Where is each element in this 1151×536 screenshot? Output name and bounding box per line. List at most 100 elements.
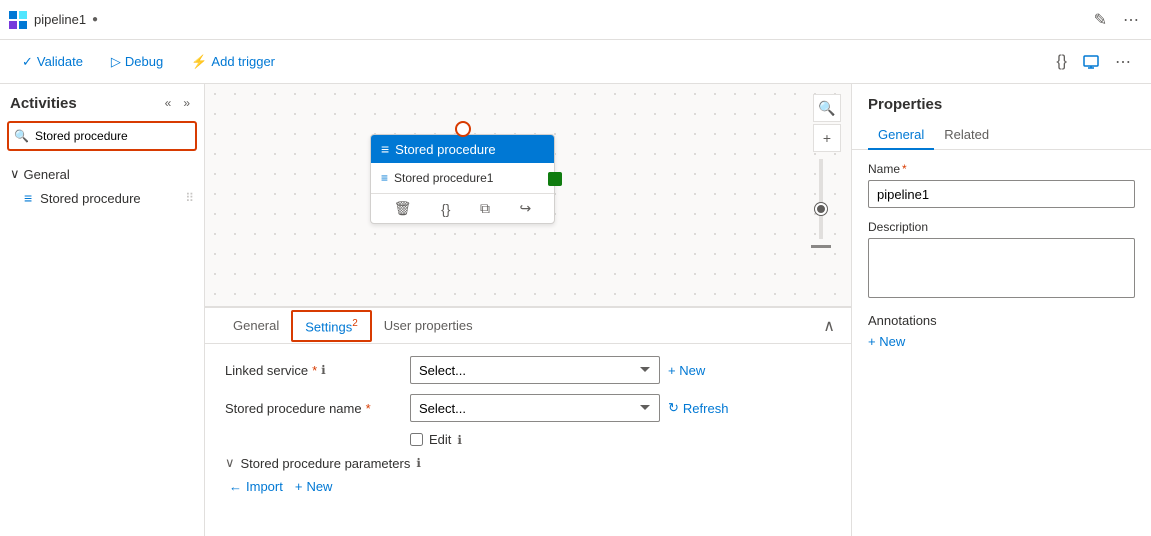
connector-top xyxy=(455,121,471,137)
annotations-section: Annotations + New xyxy=(868,313,1135,349)
linked-service-row: Linked service * ℹ Select... + New xyxy=(225,356,831,384)
monitor-icon-btn[interactable] xyxy=(1079,48,1103,76)
refresh-btn[interactable]: ↻ Refresh xyxy=(668,400,728,416)
activity-header-icon: ≡ xyxy=(381,141,389,157)
stored-proc-params-section: ∨ Stored procedure parameters ℹ ← Import… xyxy=(225,455,831,494)
import-icon: ← xyxy=(229,479,242,494)
drag-handle-icon: ⠿ xyxy=(185,191,194,205)
stored-proc-name-label: Stored procedure name * xyxy=(225,401,400,416)
activity-node-body: ≡ Stored procedure1 xyxy=(371,163,554,193)
trigger-icon: ⚡ xyxy=(191,54,207,70)
linked-service-info-icon[interactable]: ℹ xyxy=(321,363,326,377)
add-annotation-btn[interactable]: + New xyxy=(868,334,905,349)
linked-service-new-btn[interactable]: + New xyxy=(668,363,705,378)
toolbar-right: {} ⋯ xyxy=(1052,48,1135,76)
properties-body: Name * Description Annotations + New xyxy=(852,150,1151,536)
edit-icon-btn[interactable]: ✎ xyxy=(1090,6,1111,34)
tab-settings[interactable]: Settings2 xyxy=(291,310,372,342)
bottom-panel: General Settings2 User properties ∧ Link… xyxy=(205,306,851,536)
more-options-btn[interactable]: ⋯ xyxy=(1119,6,1143,34)
prop-description-field: Description xyxy=(868,220,1135,301)
tab-user-properties[interactable]: User properties xyxy=(372,312,485,341)
logo-icon xyxy=(8,10,28,30)
prop-name-required: * xyxy=(902,162,907,176)
edit-checkbox-row: Edit ℹ xyxy=(410,432,831,447)
stored-proc-select[interactable]: Select... xyxy=(410,394,660,422)
toolbar: ✓ Validate ▷ Debug ⚡ Add trigger {} ⋯ xyxy=(0,40,1151,84)
validate-btn[interactable]: ✓ Validate xyxy=(16,50,89,74)
sp-params-actions: ← Import + New xyxy=(229,479,831,494)
canvas-slider-area xyxy=(811,159,831,252)
prop-tab-related[interactable]: Related xyxy=(934,121,999,150)
activity-arrow-btn[interactable]: ↪ xyxy=(516,198,536,219)
tab-settings-sup: 2 xyxy=(352,318,358,329)
edit-label[interactable]: Edit xyxy=(429,432,451,447)
properties-title: Properties xyxy=(868,96,942,113)
sidebar-expand-btn[interactable]: » xyxy=(179,92,194,114)
debug-btn[interactable]: ▷ Debug xyxy=(105,50,169,74)
sidebar-collapse-btn[interactable]: « xyxy=(161,92,176,114)
canvas-top[interactable]: ≡ Stored procedure ≡ Stored procedure1 🗑… xyxy=(205,84,851,306)
code-icon-btn[interactable]: {} xyxy=(1052,48,1071,76)
stored-procedure-icon: ≡ xyxy=(24,190,32,206)
more-toolbar-btn[interactable]: ⋯ xyxy=(1111,48,1135,76)
prop-name-field: Name * xyxy=(868,162,1135,208)
refresh-icon: ↻ xyxy=(668,400,679,416)
validate-check-icon: ✓ xyxy=(22,54,33,70)
edit-info-icon[interactable]: ℹ xyxy=(457,433,462,447)
params-label: Stored procedure parameters xyxy=(241,456,411,471)
linked-service-label: Linked service * ℹ xyxy=(225,363,400,378)
activity-node-header: ≡ Stored procedure xyxy=(371,135,554,163)
sidebar-item-label: Stored procedure xyxy=(40,191,140,206)
prop-tab-general[interactable]: General xyxy=(868,121,934,150)
tab-general[interactable]: General xyxy=(221,312,291,341)
activity-node: ≡ Stored procedure ≡ Stored procedure1 🗑… xyxy=(370,134,555,224)
section-general-label: General xyxy=(24,167,70,182)
linked-service-select-wrap: Select... + New xyxy=(410,356,831,384)
sidebar-general-section: ∨ General ≡ Stored procedure ⠿ xyxy=(0,158,204,214)
params-info-icon[interactable]: ℹ xyxy=(416,456,421,470)
activity-code-btn[interactable]: {} xyxy=(437,199,454,219)
sidebar: Activities « » 🔍 ∨ General ≡ Stored proc… xyxy=(0,84,205,536)
linked-service-select[interactable]: Select... xyxy=(410,356,660,384)
activity-body-icon: ≡ xyxy=(381,171,388,185)
stored-proc-select-wrap: Select... ↻ Refresh xyxy=(410,394,831,422)
top-bar-left: pipeline1 ● xyxy=(8,10,1086,30)
prop-description-textarea[interactable] xyxy=(868,238,1135,298)
import-btn[interactable]: ← Import xyxy=(229,479,283,494)
edit-checkbox[interactable] xyxy=(410,433,423,446)
params-chevron-icon[interactable]: ∨ xyxy=(225,455,235,471)
canvas-plus-btn[interactable]: + xyxy=(813,124,841,152)
search-box: 🔍 xyxy=(8,122,196,150)
canvas-zoom-indicator xyxy=(811,245,831,248)
unsaved-dot: ● xyxy=(92,14,98,25)
canvas-search-btn[interactable]: 🔍 xyxy=(813,94,841,122)
debug-play-icon: ▷ xyxy=(111,54,121,70)
activity-copy-btn[interactable]: ⧉ xyxy=(476,198,494,219)
refresh-label: Refresh xyxy=(683,401,729,416)
annotations-label: Annotations xyxy=(868,313,1135,328)
params-new-btn[interactable]: + New xyxy=(295,479,333,494)
add-trigger-btn[interactable]: ⚡ Add trigger xyxy=(185,50,281,74)
sidebar-section-header-general[interactable]: ∨ General xyxy=(0,162,204,186)
canvas-inner: ≡ Stored procedure ≡ Stored procedure1 🗑… xyxy=(205,84,851,306)
pipeline-title: pipeline1 xyxy=(34,12,86,27)
sidebar-item-stored-procedure[interactable]: ≡ Stored procedure ⠿ xyxy=(0,186,204,210)
activity-delete-btn[interactable]: 🗑 xyxy=(390,198,416,219)
prop-name-input[interactable] xyxy=(868,180,1135,208)
activity-node-actions: 🗑 {} ⧉ ↪ xyxy=(371,193,554,223)
activity-header-label: Stored procedure xyxy=(395,142,495,157)
stored-proc-required: * xyxy=(366,401,371,416)
top-bar-right: ✎ ⋯ xyxy=(1090,6,1143,34)
canvas-slider[interactable] xyxy=(819,159,823,239)
params-new-label: New xyxy=(306,479,332,494)
section-chevron-icon: ∨ xyxy=(10,166,20,182)
tab-settings-label: Settings xyxy=(305,319,352,334)
search-input[interactable] xyxy=(8,122,196,150)
search-icon: 🔍 xyxy=(14,129,29,143)
bottom-panel-tabs: General Settings2 User properties ∧ xyxy=(205,308,851,344)
validate-label: Validate xyxy=(37,54,83,69)
canvas-area: ≡ Stored procedure ≡ Stored procedure1 🗑… xyxy=(205,84,851,536)
tab-close-btn[interactable]: ∧ xyxy=(823,316,835,336)
connector-right xyxy=(548,172,562,186)
